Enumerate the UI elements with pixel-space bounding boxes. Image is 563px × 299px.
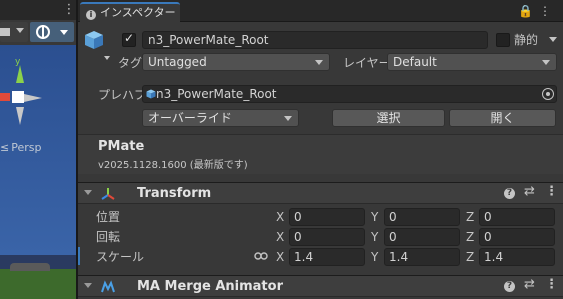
open-button[interactable]: 開く xyxy=(449,109,556,127)
axis-x-label[interactable]: X xyxy=(276,249,284,265)
merge-animator-title: MA Merge Animator xyxy=(137,279,283,294)
fold-arrow-icon[interactable] xyxy=(84,283,92,288)
scene-view[interactable]: ⋮ y ≤ Persp xyxy=(0,0,76,299)
overrides-dropdown[interactable]: オーバーライド xyxy=(142,109,299,127)
chevron-down-icon xyxy=(16,28,24,33)
rotation-x-input[interactable]: 0 xyxy=(289,228,365,246)
merge-animator-header[interactable]: MA Merge Animator ? ⇄ ⋮ xyxy=(78,275,563,297)
pmate-section: PMate v2025.1128.1600 (最新版です) xyxy=(78,134,563,174)
more-icon[interactable]: ⋮ xyxy=(539,4,557,18)
persp-icon: ≤ xyxy=(0,141,10,154)
override-indicator xyxy=(78,247,80,265)
gizmo-center-cube[interactable] xyxy=(12,91,24,103)
inspector-tab-bar: i インスペクター 🔒⋮ xyxy=(78,0,563,22)
scene-ground xyxy=(0,255,76,299)
gizmo-toggle[interactable] xyxy=(30,22,74,42)
fold-arrow-icon[interactable] xyxy=(84,190,92,195)
transform-title: Transform xyxy=(137,186,212,201)
chevron-down-icon xyxy=(60,30,68,35)
position-y-input[interactable]: 0 xyxy=(384,208,460,226)
transform-header[interactable]: Transform ? ⇄ ⋮ xyxy=(78,182,563,204)
help-icon[interactable]: ? xyxy=(504,281,515,292)
gizmo-x-cone[interactable] xyxy=(0,93,10,101)
tab-actions[interactable]: 🔒⋮ xyxy=(518,4,557,18)
tag-label: タグ xyxy=(118,56,143,70)
axis-y-label[interactable]: Y xyxy=(371,209,378,225)
rotation-z-input[interactable]: 0 xyxy=(479,228,555,246)
tab-inspector[interactable]: i インスペクター xyxy=(80,2,180,22)
axis-z-label[interactable]: Z xyxy=(466,209,474,225)
orientation-gizmo[interactable]: y xyxy=(0,55,76,135)
scale-y-input[interactable]: 1.4 xyxy=(384,248,460,266)
position-x-input[interactable]: 0 xyxy=(289,208,365,226)
more-icon[interactable]: ⋮ xyxy=(545,277,558,292)
tag-dropdown[interactable]: Untagged xyxy=(142,53,330,71)
prefab-asset-name: n3_PowerMate_Root xyxy=(156,87,277,101)
axis-z-label[interactable]: Z xyxy=(466,229,474,245)
persp-text: Persp xyxy=(11,141,42,154)
rotation-y-input[interactable]: 0 xyxy=(384,228,460,246)
layer-label: レイヤー xyxy=(343,56,391,70)
help-icon[interactable]: ? xyxy=(504,188,515,199)
inspector-panel: iインスペクター 🔒⋮ n3_PowerMate_Root 静的 タグ Unta… xyxy=(78,0,563,299)
position-z-input[interactable]: 0 xyxy=(479,208,555,226)
link-icon[interactable] xyxy=(254,252,268,260)
tab-inspector-label: インスペクター xyxy=(100,6,176,19)
scale-label: スケール xyxy=(96,250,145,264)
lock-icon[interactable]: 🔒 xyxy=(518,4,539,18)
rotation-label: 回転 xyxy=(96,230,121,244)
axis-x-label[interactable]: X xyxy=(276,229,284,245)
static-label: 静的 xyxy=(514,33,539,47)
object-picker-icon[interactable] xyxy=(542,88,554,100)
prefab-asset-field[interactable]: n3_PowerMate_Root xyxy=(142,85,557,103)
select-button[interactable]: 選択 xyxy=(332,109,445,127)
prefab-cube-icon[interactable] xyxy=(84,30,104,52)
axis-y-label[interactable]: Y xyxy=(371,229,378,245)
projection-label[interactable]: ≤ Persp xyxy=(0,141,41,154)
prefab-icon xyxy=(146,89,156,99)
gizmo-neg-x-cone[interactable] xyxy=(24,94,42,102)
pmate-version: v2025.1128.1600 (最新版です) xyxy=(98,160,248,171)
icon-dropdown-icon[interactable] xyxy=(104,56,110,60)
scene-menu-icon[interactable]: ⋮ xyxy=(62,3,76,17)
active-checkbox[interactable] xyxy=(122,31,136,47)
object-name-input[interactable]: n3_PowerMate_Root xyxy=(142,31,488,49)
scene-tab-bar: ⋮ xyxy=(0,0,76,20)
scale-x-input[interactable]: 1.4 xyxy=(289,248,365,266)
layer-dropdown[interactable]: Default xyxy=(387,53,557,71)
camera-icon xyxy=(0,28,10,36)
gizmo-z-cone[interactable] xyxy=(16,107,24,125)
prefab-label: プレハブ xyxy=(98,88,147,102)
info-icon: i xyxy=(86,10,96,20)
more-icon[interactable]: ⋮ xyxy=(545,184,558,199)
axis-y-label[interactable]: Y xyxy=(371,249,378,265)
static-dropdown[interactable] xyxy=(549,31,563,49)
axis-x-label[interactable]: X xyxy=(276,209,284,225)
preset-icon[interactable]: ⇄ xyxy=(524,184,535,199)
scale-z-input[interactable]: 1.4 xyxy=(479,248,555,266)
transform-icon xyxy=(101,188,115,200)
globe-icon xyxy=(36,25,50,39)
gizmo-y-cone[interactable] xyxy=(16,65,24,83)
pmate-title: PMate xyxy=(98,139,145,154)
modular-avatar-icon xyxy=(101,280,115,293)
axis-z-label[interactable]: Z xyxy=(466,249,474,265)
position-label: 位置 xyxy=(96,210,121,224)
static-checkbox[interactable] xyxy=(496,33,510,47)
camera-dropdown[interactable] xyxy=(0,22,28,42)
preset-icon[interactable]: ⇄ xyxy=(524,277,535,292)
